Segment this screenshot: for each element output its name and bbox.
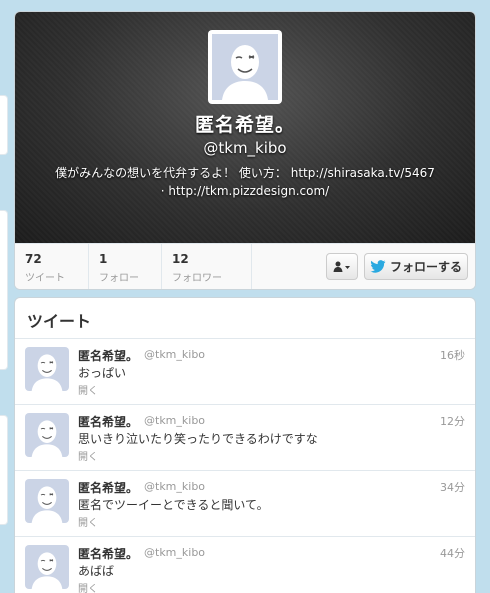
tweet-text: あばば — [78, 564, 115, 578]
profile-header: 匿名希望。 @tkm_kibo 僕がみんなの想いを代弁するよ！ 使い方： htt… — [15, 12, 475, 243]
profile-website-link[interactable]: · http://tkm.pizzdesign.com/ — [15, 184, 475, 198]
profile-name: 匿名希望。 — [194, 114, 295, 136]
tweet-timestamp[interactable]: 44分 — [440, 545, 465, 561]
tweets-card: ツイート 匿名希望。 @tkm_kibo 16秒 おっぱい 開く 匿名希望。 @… — [14, 297, 476, 593]
tweet-open-link[interactable]: 開く — [78, 448, 98, 463]
tweet-author-name[interactable]: 匿名希望。 — [78, 413, 138, 430]
profile-stats-bar: 72 ツイート 1 フォロー 12 フォロワー フォローする — [15, 243, 475, 289]
follow-button-label: フォローする — [389, 260, 462, 274]
person-dropdown-icon — [333, 261, 350, 272]
stat-tweets[interactable]: 72 ツイート — [15, 244, 89, 289]
default-egg-avatar-icon[interactable] — [25, 347, 69, 391]
stat-followers[interactable]: 12 フォロワー — [162, 244, 252, 289]
stat-following-count: 1 — [99, 252, 108, 266]
stat-followers-label: フォロワー — [172, 273, 222, 284]
tweet-item[interactable]: 匿名希望。 @tkm_kibo 12分 思いきり泣いたり笑ったりできるわけですな… — [15, 405, 475, 471]
tweet-open-link[interactable]: 開く — [78, 580, 98, 593]
tweet-item[interactable]: 匿名希望。 @tkm_kibo 44分 あばば 開く — [15, 537, 475, 593]
tweet-author-handle[interactable]: @tkm_kibo — [144, 414, 205, 427]
tweet-author-handle[interactable]: @tkm_kibo — [144, 546, 205, 559]
default-egg-avatar-icon[interactable] — [25, 413, 69, 457]
tweet-timestamp[interactable]: 12分 — [440, 413, 465, 429]
tweet-timestamp[interactable]: 34分 — [440, 479, 465, 495]
stat-followers-count: 12 — [172, 252, 189, 266]
tweet-open-link[interactable]: 開く — [78, 382, 98, 397]
tweet-open-link[interactable]: 開く — [78, 514, 98, 529]
tweet-author-name[interactable]: 匿名希望。 — [78, 347, 138, 364]
tweet-author-name[interactable]: 匿名希望。 — [78, 479, 138, 496]
default-egg-avatar-icon — [212, 34, 278, 100]
stat-following-label: フォロー — [99, 273, 139, 284]
follow-button[interactable]: フォローする — [364, 253, 468, 280]
side-panel-edge — [0, 415, 8, 525]
tweet-timestamp[interactable]: 16秒 — [440, 347, 465, 363]
stat-following[interactable]: 1 フォロー — [89, 244, 162, 289]
tweet-text: おっぱい — [78, 366, 127, 380]
tweet-item[interactable]: 匿名希望。 @tkm_kibo 34分 匿名でツーイーとできると聞いて。 開く — [15, 471, 475, 537]
page-background-right — [484, 0, 490, 593]
stat-tweets-count: 72 — [25, 252, 42, 266]
tweet-item[interactable]: 匿名希望。 @tkm_kibo 16秒 おっぱい 開く — [15, 339, 475, 405]
profile-avatar[interactable] — [208, 30, 282, 104]
stat-tweets-label: ツイート — [25, 273, 65, 284]
tweet-author-handle[interactable]: @tkm_kibo — [144, 348, 205, 361]
twitter-bird-icon — [370, 260, 386, 273]
side-panel-edge — [0, 210, 8, 370]
tweet-author-name[interactable]: 匿名希望。 — [78, 545, 138, 562]
side-panel-edge — [0, 95, 8, 155]
profile-card: 匿名希望。 @tkm_kibo 僕がみんなの想いを代弁するよ！ 使い方： htt… — [14, 11, 476, 290]
tweet-author-handle[interactable]: @tkm_kibo — [144, 480, 205, 493]
profile-bio: 僕がみんなの想いを代弁するよ！ 使い方： http://shirasaka.tv… — [55, 166, 435, 180]
tweet-text: 匿名でツーイーとできると聞いて。 — [78, 498, 269, 512]
default-egg-avatar-icon[interactable] — [25, 479, 69, 523]
user-actions-dropdown-button[interactable] — [326, 253, 358, 280]
tweet-text: 思いきり泣いたり笑ったりできるわけですな — [78, 432, 318, 446]
default-egg-avatar-icon[interactable] — [25, 545, 69, 589]
tweets-section-title: ツイート — [15, 298, 475, 339]
profile-handle: @tkm_kibo — [203, 139, 287, 157]
